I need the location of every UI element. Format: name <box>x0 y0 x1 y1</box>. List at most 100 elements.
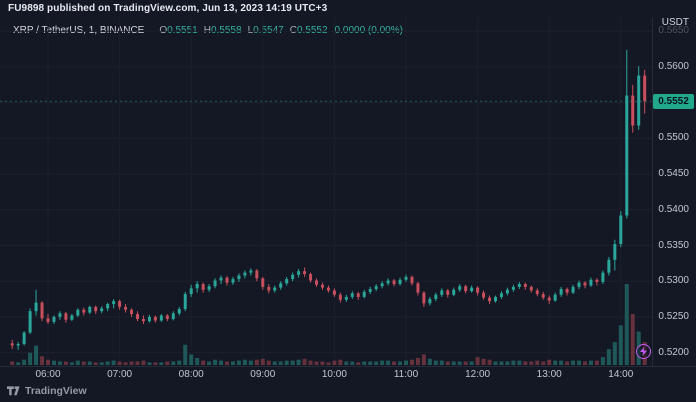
candle-body <box>565 289 569 293</box>
candle-body <box>112 301 116 305</box>
volume-bar <box>129 361 134 365</box>
volume-bar <box>594 360 599 365</box>
candle-body <box>356 293 360 297</box>
volume-bar <box>177 360 182 365</box>
candle-body <box>165 315 169 320</box>
volume-bar <box>493 361 498 365</box>
volume-bar <box>404 360 408 365</box>
volume-bar <box>583 361 587 365</box>
candle-body <box>374 286 378 290</box>
candle-body <box>285 279 289 284</box>
volume-bar <box>63 361 68 365</box>
volume-bar <box>302 358 307 365</box>
candle-body <box>368 289 372 292</box>
candle-body <box>595 279 599 282</box>
candle-body <box>452 289 456 295</box>
candle-body <box>529 286 533 291</box>
volume-bar <box>51 360 56 365</box>
candle-body <box>499 293 503 297</box>
candle-body <box>100 308 104 312</box>
candle-body <box>22 332 26 345</box>
volume-bar <box>368 361 373 365</box>
volume-bar <box>541 361 546 365</box>
candle-body <box>58 313 62 317</box>
candle-body <box>398 279 402 285</box>
volume-bar <box>230 361 235 365</box>
volume-bar <box>415 357 420 365</box>
candle-body <box>177 309 181 314</box>
candle-body <box>273 287 277 291</box>
price-tick-label: 0.5500 <box>658 132 689 144</box>
candle-body <box>267 286 271 291</box>
time-axis-border <box>0 366 696 367</box>
volume-bar <box>571 360 576 365</box>
volume-bar <box>374 361 379 365</box>
volume-bar <box>159 362 164 365</box>
volume-bar <box>93 362 98 365</box>
price-tick-label: 0.5250 <box>658 310 689 322</box>
candle-body <box>225 277 229 283</box>
volume-bar <box>409 359 414 365</box>
candle-body <box>523 284 527 287</box>
candle-body <box>16 344 20 346</box>
candle-body <box>494 296 497 302</box>
volume-bar <box>57 361 62 365</box>
candle-body <box>631 95 635 126</box>
candle-body <box>470 287 474 292</box>
price-tick-label: 0.5600 <box>658 61 689 72</box>
candle-body <box>583 282 587 286</box>
candle-body <box>94 306 98 312</box>
volume-bar <box>600 357 605 365</box>
volume-bar <box>451 361 456 365</box>
volume-bar <box>618 325 623 365</box>
volume-bar <box>577 360 582 365</box>
candle-body <box>124 306 128 310</box>
time-tick-label: 14:00 <box>608 369 634 380</box>
volume-bar <box>147 362 152 365</box>
price-tick-label: 0.5450 <box>658 168 689 180</box>
volume-bar <box>123 362 128 365</box>
candle-body <box>171 313 175 320</box>
volume-bar <box>326 362 331 365</box>
candle-body <box>118 301 122 307</box>
volume-bar <box>141 360 146 365</box>
volume-bar <box>463 361 468 365</box>
volume-bar <box>81 361 86 365</box>
volume-bar <box>135 361 140 365</box>
tradingview-watermark[interactable]: TradingView <box>7 385 87 397</box>
candle-body <box>404 276 408 280</box>
candle-body <box>34 302 38 312</box>
volume-bar <box>22 359 27 365</box>
volume-bar <box>10 361 15 365</box>
volume-bar <box>350 361 355 365</box>
volume-bar <box>523 361 528 365</box>
volume-bar <box>344 361 349 365</box>
candle-body <box>70 315 74 320</box>
time-tick-label: 07:00 <box>107 369 133 380</box>
candle-body <box>88 306 92 313</box>
volume-bar <box>219 360 224 365</box>
candle-body <box>189 288 193 295</box>
candle-body <box>410 276 414 284</box>
volume-bar <box>207 361 212 365</box>
candle-body <box>106 304 110 309</box>
volume-bar <box>111 360 116 365</box>
volume-bar <box>314 361 319 365</box>
lightning-icon[interactable] <box>636 344 651 359</box>
volume-bar <box>99 362 104 365</box>
price-tick-label: 0.5300 <box>658 275 689 287</box>
candle-body <box>315 280 318 285</box>
candle-body <box>482 292 486 298</box>
candle-body <box>511 286 515 290</box>
last-price-badge[interactable]: 0.5552 <box>653 93 694 109</box>
candlestick-chart[interactable] <box>0 0 696 402</box>
volume-bar <box>362 361 367 365</box>
candle-body <box>320 284 324 288</box>
candle-body <box>64 313 68 320</box>
volume-bar <box>433 360 438 365</box>
volume-bar <box>308 360 313 365</box>
candle-body <box>326 287 330 291</box>
volume-bar <box>28 352 33 365</box>
volume-bar <box>183 344 188 365</box>
volume-bar <box>236 360 241 365</box>
